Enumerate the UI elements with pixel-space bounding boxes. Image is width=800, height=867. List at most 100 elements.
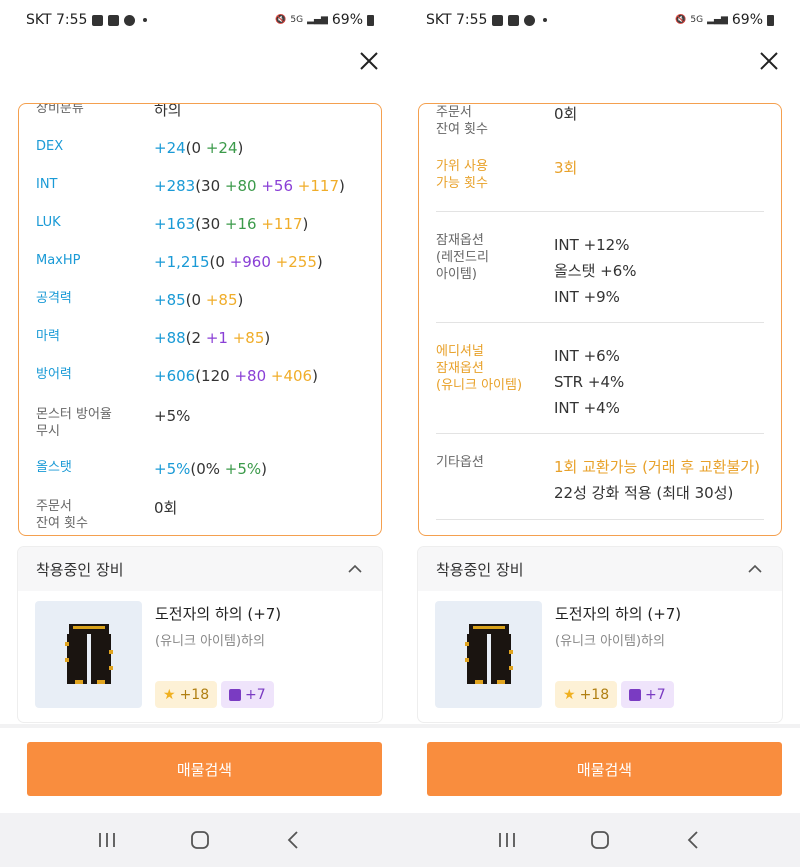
starforce-badge: ★ +18	[155, 681, 218, 708]
etc-option: 22성 강화 적용 (최대 30성)	[554, 484, 734, 502]
stat-label: DEX	[36, 139, 64, 154]
stat-base: (0	[185, 291, 206, 309]
stats-box: 장비분류 하의 DEX +24(0 +24) INT +283(30 +80 +…	[18, 103, 382, 536]
row-label-line2: 잔여 횟수	[436, 122, 488, 137]
recent-apps-button[interactable]	[94, 827, 120, 853]
etc-option: 1회 교환가능 (거래 후 교환불가)	[554, 458, 760, 476]
stat-total: +85	[154, 291, 186, 309]
wallet-icon	[124, 14, 136, 26]
divider	[436, 211, 764, 212]
stat-value: +163(30 +16 +117)	[154, 214, 308, 234]
star-icon: ★	[163, 686, 176, 703]
equipped-header-title: 착용중인 장비	[36, 560, 124, 579]
stat-close: )	[316, 253, 323, 271]
stat-label: INT	[36, 177, 58, 192]
stat-total: +5%	[154, 460, 191, 478]
row-label: 가위 사용 가능 횟수	[436, 158, 536, 192]
home-button[interactable]	[187, 827, 213, 853]
network-type: 5G	[690, 15, 704, 25]
battery-percent: 69%	[731, 12, 763, 28]
starforce-value: +18	[579, 686, 610, 703]
stat-additional: +5%	[224, 460, 262, 478]
stat-total: +88	[154, 329, 186, 347]
row-label-line1: 주문서	[436, 105, 472, 120]
stat-value: +5%(0% +5%)	[154, 459, 267, 479]
upgrade-badge: +7	[621, 681, 674, 708]
row-label: 기타옵션	[436, 455, 484, 470]
pants-icon	[64, 623, 113, 684]
left-screen: SKT 7:55 🔇 5G ▂▄▆ 69% 장비분류 하의 DEX +24(0 …	[0, 0, 400, 867]
divider	[436, 322, 764, 323]
stat-base: (120	[195, 367, 235, 385]
system-nav-bar	[0, 813, 400, 867]
wallet-icon	[524, 14, 536, 26]
stat-label: LUK	[36, 215, 61, 230]
stat-starforce: +85	[205, 291, 238, 309]
stat-value: +1,215(0 +960 +255)	[154, 252, 323, 272]
row-label-line2: (레전드리	[436, 250, 489, 265]
equipped-item-card: 착용중인 장비 도전자의 하의 (+7) (유니크 아이템)하의 ★ +18 +…	[418, 547, 782, 722]
starforce-value: +18	[179, 686, 210, 703]
right-screen: SKT 7:55 🔇 5G ▂▄▆ 69% 주문서잔여 횟수 0회 가위 사용 가…	[400, 0, 800, 867]
equipped-header[interactable]: 착용중인 장비	[18, 547, 382, 591]
stat-additional: +16	[224, 215, 257, 233]
stat-value: +283(30 +80 +56 +117)	[154, 176, 345, 196]
stat-value: 0회	[154, 499, 178, 517]
stat-value: +24(0 +24)	[154, 138, 243, 158]
search-listings-button[interactable]: 매물검색	[27, 742, 382, 796]
upgrade-value: +7	[645, 686, 666, 703]
row-label: 잠재옵션 (레전드리 아이템)	[436, 232, 536, 283]
search-listings-button[interactable]: 매물검색	[427, 742, 782, 796]
equipped-body: 도전자의 하의 (+7) (유니크 아이템)하의 ★ +18 +7	[18, 591, 382, 722]
row-value: 3회	[554, 159, 578, 177]
app-notification-icon	[508, 14, 520, 26]
home-button[interactable]	[587, 827, 613, 853]
pants-icon	[464, 623, 513, 684]
stat-starforce: +85	[227, 329, 265, 347]
back-button[interactable]	[280, 827, 306, 853]
stat-label: 공격력	[36, 291, 72, 306]
back-button[interactable]	[680, 827, 706, 853]
battery-icon	[767, 14, 774, 26]
more-notifications-icon	[143, 18, 148, 22]
stat-label: MaxHP	[36, 253, 81, 268]
network-type: 5G	[290, 15, 304, 25]
status-time: SKT 7:55	[426, 12, 488, 28]
close-icon	[360, 52, 378, 70]
system-nav-bar	[400, 813, 800, 867]
equipped-body: 도전자의 하의 (+7) (유니크 아이템)하의 ★ +18 +7	[418, 591, 782, 722]
chevron-up-icon[interactable]	[746, 560, 764, 578]
app-notification-icon	[108, 14, 120, 26]
row-value: 0회	[554, 105, 578, 123]
separator	[400, 724, 800, 728]
recent-apps-button[interactable]	[494, 827, 520, 853]
status-bar: SKT 7:55 🔇 5G ▂▄▆ 69%	[400, 0, 800, 40]
mute-icon: 🔇	[675, 15, 687, 25]
chevron-up-icon[interactable]	[346, 560, 364, 578]
recent-apps-icon	[98, 833, 115, 847]
upgrade-badge: +7	[221, 681, 274, 708]
equipped-header[interactable]: 착용중인 장비	[418, 547, 782, 591]
stat-scroll: +1	[205, 329, 228, 347]
row-label: 에디셔널 잠재옵션 (유니크 아이템)	[436, 343, 566, 394]
additional-option: INT +6%	[554, 347, 620, 365]
row-label-line3: 아이템)	[436, 267, 477, 282]
close-button[interactable]	[758, 50, 780, 72]
back-icon	[288, 831, 298, 849]
row-label-line3: (유니크 아이템)	[436, 378, 523, 393]
stat-total: +606	[154, 367, 196, 385]
battery-percent: 69%	[331, 12, 363, 28]
gallery-icon	[492, 14, 504, 26]
mute-icon: 🔇	[275, 15, 287, 25]
scroll-icon	[629, 688, 641, 701]
row-label-line2: 가능 횟수	[436, 176, 488, 191]
close-button[interactable]	[358, 50, 380, 72]
row-value: INT +6% STR +4% INT +4%	[554, 343, 624, 421]
additional-option: STR +4%	[554, 373, 625, 391]
signal-icon: ▂▄▆	[307, 15, 328, 25]
potential-option: 올스탯 +6%	[554, 262, 637, 280]
scroll-icon	[229, 688, 241, 701]
status-bar: SKT 7:55 🔇 5G ▂▄▆ 69%	[0, 0, 400, 40]
item-type: (유니크 아이템)하의	[155, 634, 265, 649]
stat-total: +283	[154, 177, 196, 195]
